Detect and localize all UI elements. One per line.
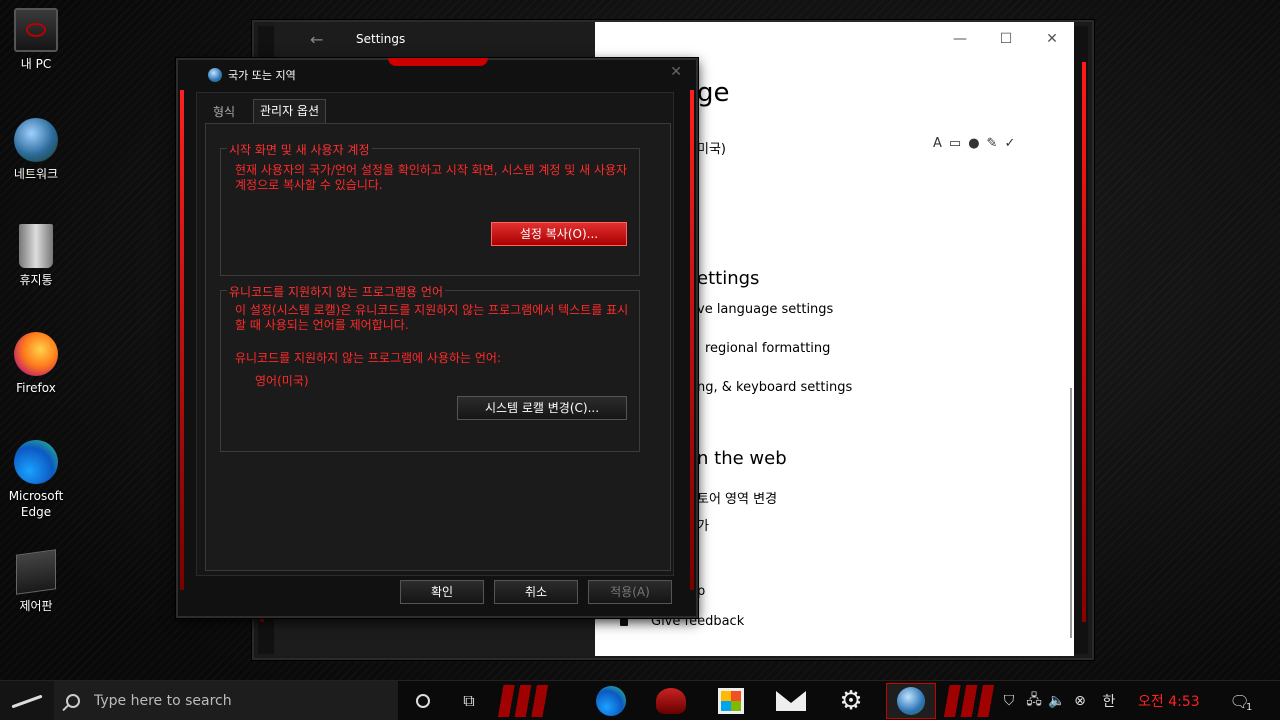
web-link[interactable]: 가 bbox=[697, 515, 709, 534]
desktop-icon-label: Firefox bbox=[16, 381, 56, 395]
volume-icon[interactable]: 🔈 bbox=[1046, 681, 1068, 720]
non-unicode-group: 유니코드를 지원하지 않는 프로그램용 언어 이 설정(시스템 로캘)은 유니코… bbox=[220, 283, 640, 452]
frame-accent bbox=[388, 58, 488, 66]
search-input[interactable] bbox=[94, 693, 374, 709]
group-description: 현재 사용자의 국가/언어 설정을 확인하고 시작 화면, 시스템 계정 및 새… bbox=[235, 163, 628, 192]
dialog-title: 국가 또는 지역 bbox=[228, 69, 296, 82]
cancel-button[interactable]: 취소 bbox=[494, 580, 578, 604]
notification-count: 1 bbox=[1245, 701, 1253, 713]
language-item[interactable]: 미국) bbox=[697, 138, 726, 157]
desktop-icon-network[interactable]: 네트워크 bbox=[4, 118, 68, 182]
tab-formats[interactable]: 형식 bbox=[207, 101, 241, 123]
task-view-button[interactable]: ⧉ bbox=[444, 683, 494, 719]
computer-icon bbox=[14, 8, 58, 52]
desktop-icon-control-panel[interactable]: 제어판 bbox=[4, 549, 68, 614]
desktop-icon-recycle-bin[interactable]: 휴지통 bbox=[4, 224, 68, 288]
close-circle-icon[interactable]: ⊗ bbox=[1070, 681, 1090, 720]
admin-language-link[interactable]: ve language settings bbox=[697, 302, 833, 317]
minimize-icon[interactable]: — bbox=[945, 28, 975, 50]
web-help-heading: n the web bbox=[697, 448, 787, 469]
taskbar-search[interactable] bbox=[54, 681, 398, 720]
welcome-screen-group: 시작 화면 및 새 사용자 계정 현재 사용자의 국가/언어 설정을 확인하고 … bbox=[220, 141, 640, 276]
page-title: ge bbox=[697, 78, 730, 108]
region-dialog: 국가 또는 지역 ✕ 형식 관리자 옵션 시작 화면 및 새 사용자 계정 현재… bbox=[176, 58, 698, 618]
mail-icon bbox=[776, 691, 806, 711]
tab-panel: 시작 화면 및 새 사용자 계정 현재 사용자의 국가/언어 설정을 확인하고 … bbox=[205, 123, 671, 571]
taskbar-decoration bbox=[944, 685, 994, 717]
edge-icon bbox=[14, 440, 58, 484]
desktop-icon-firefox[interactable]: Firefox bbox=[4, 332, 68, 396]
control-panel-icon bbox=[16, 549, 56, 595]
current-language-label: 유니코드를 지원하지 않는 프로그램에 사용하는 언어: bbox=[235, 351, 501, 365]
network-icon bbox=[14, 118, 58, 162]
back-arrow-icon[interactable]: ← bbox=[310, 30, 323, 49]
related-settings-heading: ettings bbox=[697, 268, 760, 289]
taskbar-edge[interactable] bbox=[586, 683, 636, 719]
window-title: Settings bbox=[356, 32, 406, 46]
copy-settings-button[interactable]: 설정 복사(O)... bbox=[491, 222, 627, 246]
regional-formatting-link[interactable]: regional formatting bbox=[705, 341, 830, 356]
desktop-icon-label: 네트워크 bbox=[13, 167, 59, 181]
control-panel-icon-wrap bbox=[14, 549, 58, 595]
cortana-button[interactable] bbox=[398, 683, 448, 719]
get-help-link[interactable]: p bbox=[697, 584, 705, 599]
globe-clock-icon bbox=[897, 687, 925, 715]
cortana-icon bbox=[416, 694, 430, 708]
recycle-bin-icon bbox=[19, 224, 53, 268]
spellcheck-icon: ✓ bbox=[1004, 136, 1016, 151]
helmet-icon bbox=[656, 688, 686, 714]
taskbar-region-app[interactable] bbox=[886, 683, 936, 719]
ime-icon[interactable]: 한 bbox=[1098, 681, 1120, 720]
apply-button[interactable]: 적용(A) bbox=[588, 580, 672, 604]
edge-icon bbox=[596, 686, 626, 716]
keyboard-settings-link[interactable]: ng, & keyboard settings bbox=[697, 380, 852, 395]
firefox-icon bbox=[14, 332, 58, 376]
globe-icon bbox=[208, 68, 222, 82]
change-system-locale-button[interactable]: 시스템 로캘 변경(C)... bbox=[457, 396, 627, 420]
close-icon[interactable]: ✕ bbox=[1037, 28, 1067, 50]
desktop-icon-label: 제어판 bbox=[19, 599, 53, 613]
taskbar-decoration bbox=[498, 685, 548, 717]
recycle-bin-icon-wrap bbox=[14, 224, 58, 268]
taskbar-mail[interactable] bbox=[766, 683, 816, 719]
taskbar-store[interactable] bbox=[706, 683, 756, 719]
group-description: 이 설정(시스템 로캘)은 유니코드를 지원하지 않는 프로그램에서 텍스트를 … bbox=[235, 303, 629, 332]
store-icon bbox=[718, 688, 744, 714]
taskbar-clock[interactable]: 오전 4:53 bbox=[1138, 691, 1200, 711]
current-language-value: 영어(미국) bbox=[255, 374, 309, 388]
microphone-icon: ● bbox=[968, 136, 980, 151]
frame-accent bbox=[180, 90, 184, 590]
close-icon[interactable]: ✕ bbox=[670, 64, 682, 80]
desktop-icon-label: 내 PC bbox=[20, 57, 52, 71]
dialog-body: 형식 관리자 옵션 시작 화면 및 새 사용자 계정 현재 사용자의 국가/언어… bbox=[196, 92, 674, 576]
web-link[interactable]: 토어 영역 변경 bbox=[697, 488, 777, 507]
handwriting-icon: ✎ bbox=[986, 136, 998, 151]
maximize-icon[interactable]: ☐ bbox=[991, 28, 1021, 50]
text-to-speech-icon: A bbox=[933, 136, 942, 151]
desktop-icon-this-pc[interactable]: 내 PC bbox=[4, 8, 68, 72]
desktop-icon-edge[interactable]: Microsoft Edge bbox=[4, 440, 68, 520]
start-icon bbox=[11, 694, 43, 708]
task-view-icon: ⧉ bbox=[463, 691, 475, 710]
speech-icon: ▭ bbox=[948, 136, 962, 151]
frame-accent bbox=[690, 90, 694, 590]
ok-button[interactable]: 확인 bbox=[400, 580, 484, 604]
desktop-icon-label: 휴지통 bbox=[19, 273, 53, 287]
notification-center-icon[interactable]: 🗨 1 bbox=[1226, 681, 1256, 720]
group-title: 유니코드를 지원하지 않는 프로그램용 언어 bbox=[227, 283, 445, 300]
gear-icon: ⚙ bbox=[839, 686, 863, 716]
frame-accent bbox=[1082, 62, 1086, 622]
taskbar-armoury[interactable] bbox=[646, 683, 696, 719]
taskbar: ⧉ ⚙ ⛉ 🖧 🔈 ⊗ 한 오전 4:53 🗨 1 bbox=[0, 680, 1280, 720]
network-icon[interactable]: 🖧 bbox=[1024, 681, 1044, 720]
taskbar-settings[interactable]: ⚙ bbox=[826, 683, 876, 719]
language-feature-icons: A ▭ ● ✎ ✓ bbox=[933, 136, 1015, 151]
scrollbar[interactable] bbox=[1070, 388, 1072, 638]
tab-administrative[interactable]: 관리자 옵션 bbox=[253, 99, 327, 123]
rog-tray-icon[interactable]: ⛉ bbox=[998, 681, 1020, 720]
group-title: 시작 화면 및 새 사용자 계정 bbox=[227, 141, 372, 158]
search-icon bbox=[66, 694, 80, 708]
desktop-icon-label: Microsoft Edge bbox=[8, 489, 64, 519]
start-button[interactable] bbox=[0, 681, 54, 720]
